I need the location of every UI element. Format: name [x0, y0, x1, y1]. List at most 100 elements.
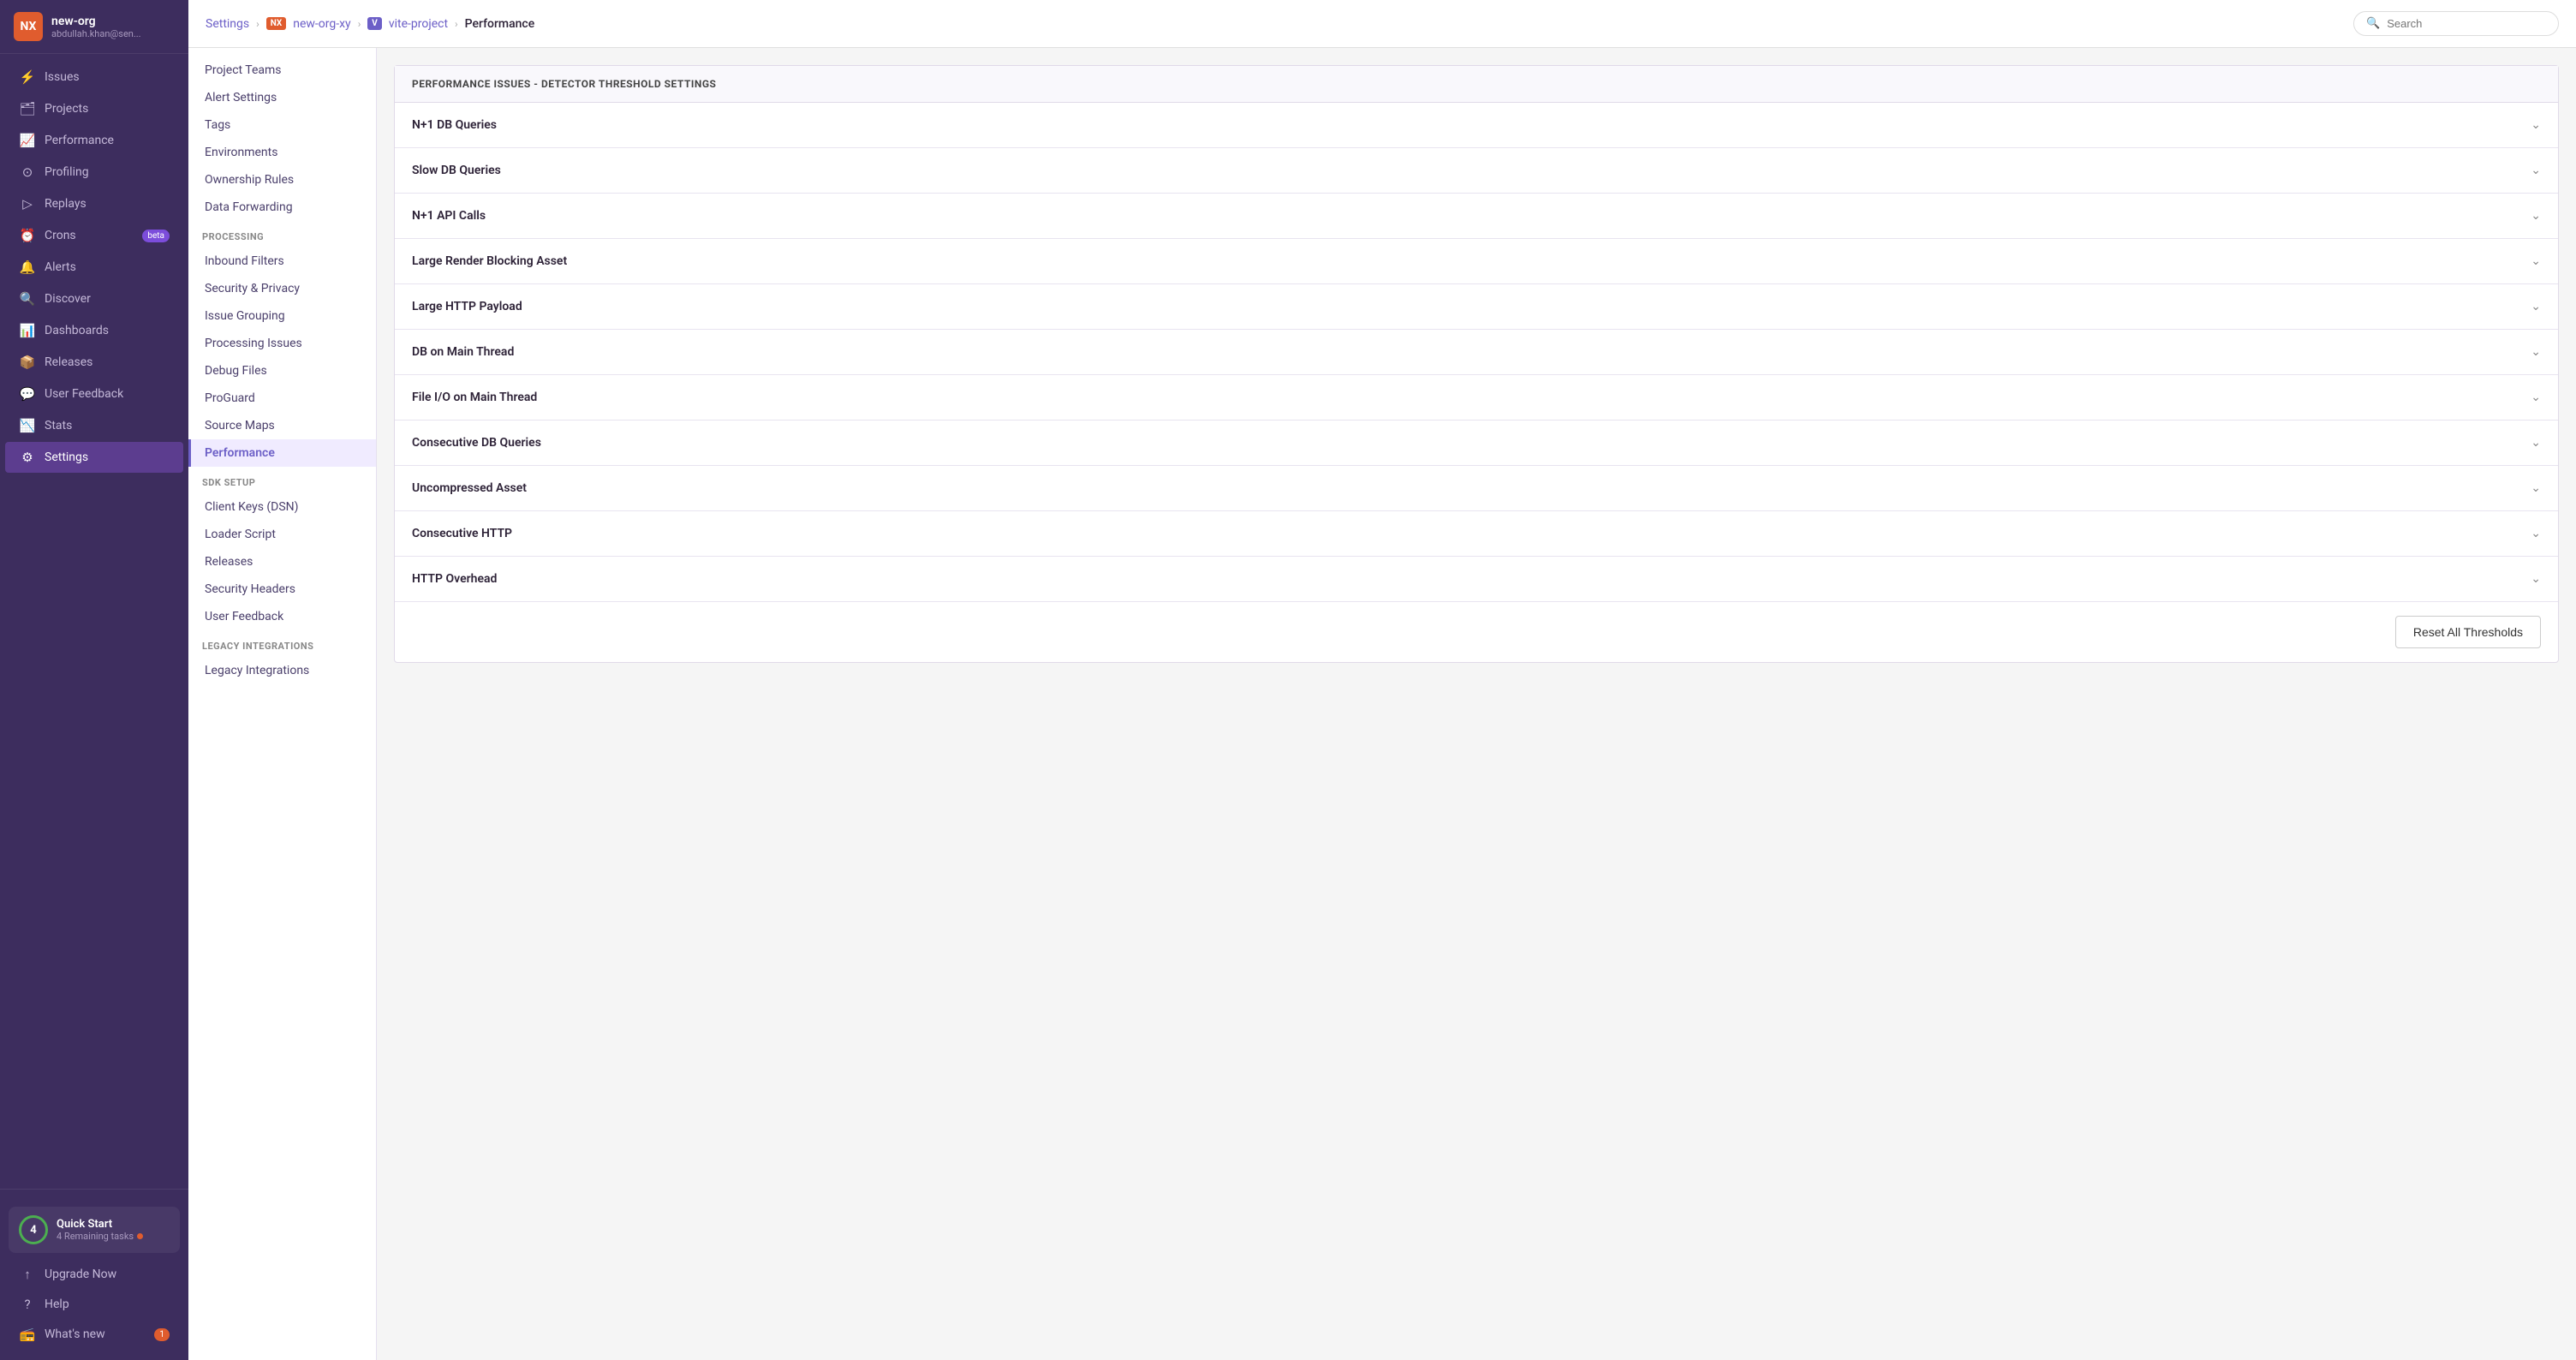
settings-nav-security---privacy[interactable]: Security & Privacy [188, 275, 376, 302]
sidebar-item-settings[interactable]: ⚙ Settings [5, 442, 183, 473]
chevron-down-icon: ⌄ [2531, 254, 2541, 268]
org-avatar: NX [14, 12, 43, 41]
settings-section-processing: Processing [188, 221, 376, 248]
accordion-row-5[interactable]: DB on Main Thread ⌄ [395, 330, 2558, 374]
accordion-row-0[interactable]: N+1 DB Queries ⌄ [395, 103, 2558, 147]
accordion-label: N+1 DB Queries [412, 118, 497, 132]
chevron-down-icon: ⌄ [2531, 527, 2541, 540]
sidebar-item-discover[interactable]: 🔍 Discover [5, 283, 183, 314]
sidebar-item-label: Performance [45, 134, 114, 147]
sidebar-item-label: Settings [45, 450, 88, 464]
performance-icon: 📈 [19, 133, 36, 148]
sidebar-item-issues[interactable]: ⚡ Issues [5, 62, 183, 92]
settings-nav-environments[interactable]: Environments [188, 139, 376, 166]
accordion-item: Large Render Blocking Asset ⌄ [395, 239, 2558, 284]
chevron-down-icon: ⌄ [2531, 572, 2541, 586]
accordion-row-9[interactable]: Consecutive HTTP ⌄ [395, 511, 2558, 556]
quick-start-subtitle: 4 Remaining tasks [57, 1231, 143, 1242]
stats-icon: 📉 [19, 418, 36, 433]
chevron-down-icon: ⌄ [2531, 118, 2541, 132]
upgrade-icon: ↑ [19, 1267, 36, 1282]
accordion-row-8[interactable]: Uncompressed Asset ⌄ [395, 466, 2558, 510]
settings-nav-ownership-rules[interactable]: Ownership Rules [188, 166, 376, 194]
sidebar-item-alerts[interactable]: 🔔 Alerts [5, 252, 183, 283]
settings-nav-alert-settings[interactable]: Alert Settings [188, 84, 376, 111]
accordion-item: File I/O on Main Thread ⌄ [395, 375, 2558, 421]
sidebar-item-profiling[interactable]: ⊙ Profiling [5, 157, 183, 188]
breadcrumb-org[interactable]: new-org-xy [293, 17, 350, 31]
help-icon: ? [19, 1297, 36, 1312]
settings-nav-processing-issues[interactable]: Processing Issues [188, 330, 376, 357]
settings-nav-user-feedback[interactable]: User Feedback [188, 603, 376, 630]
accordion-row-2[interactable]: N+1 API Calls ⌄ [395, 194, 2558, 238]
settings-nav-client-keys--dsn-[interactable]: Client Keys (DSN) [188, 493, 376, 521]
sidebar-item-releases[interactable]: 📦 Releases [5, 347, 183, 378]
accordion-item: Consecutive HTTP ⌄ [395, 511, 2558, 557]
settings-nav-security-headers[interactable]: Security Headers [188, 576, 376, 603]
accordion-label: Uncompressed Asset [412, 481, 527, 495]
breadcrumb-project[interactable]: vite-project [389, 17, 448, 31]
breadcrumb-org-badge: NX [266, 17, 287, 30]
sidebar-item-stats[interactable]: 📉 Stats [5, 410, 183, 441]
search-input[interactable] [2387, 17, 2546, 30]
crons-icon: ⏰ [19, 228, 36, 243]
accordion-row-6[interactable]: File I/O on Main Thread ⌄ [395, 375, 2558, 420]
sidebar-item-dashboards[interactable]: 📊 Dashboards [5, 315, 183, 346]
reset-all-thresholds-button[interactable]: Reset All Thresholds [2395, 616, 2541, 648]
breadcrumb-sep-2: › [358, 18, 361, 30]
accordion-label: File I/O on Main Thread [412, 391, 537, 404]
sidebar-item-label: Discover [45, 292, 91, 306]
accordion-item: N+1 DB Queries ⌄ [395, 103, 2558, 148]
accordion-row-7[interactable]: Consecutive DB Queries ⌄ [395, 421, 2558, 465]
chevron-down-icon: ⌄ [2531, 300, 2541, 313]
accordion-label: DB on Main Thread [412, 345, 514, 359]
footer-nav-whats-new[interactable]: 📻 What's new 1 [5, 1320, 183, 1349]
settings-nav-inbound-filters[interactable]: Inbound Filters [188, 248, 376, 275]
breadcrumb-sep-3: › [455, 18, 458, 30]
accordion-row-1[interactable]: Slow DB Queries ⌄ [395, 148, 2558, 193]
sidebar-item-label: Crons [45, 229, 76, 242]
settings-nav-source-maps[interactable]: Source Maps [188, 412, 376, 439]
settings-nav-legacy-integrations[interactable]: Legacy Integrations [188, 657, 376, 684]
accordion-row-4[interactable]: Large HTTP Payload ⌄ [395, 284, 2558, 329]
settings-nav-debug-files[interactable]: Debug Files [188, 357, 376, 385]
projects-icon: 🗂 [19, 101, 36, 116]
settings-nav-loader-script[interactable]: Loader Script [188, 521, 376, 548]
profiling-icon: ⊙ [19, 164, 36, 180]
footer-nav: ↑ Upgrade Now ? Help 📻 What's new 1 [0, 1260, 188, 1349]
footer-nav-help[interactable]: ? Help [5, 1290, 183, 1319]
sidebar-item-performance[interactable]: 📈 Performance [5, 125, 183, 156]
settings-nav-tags[interactable]: Tags [188, 111, 376, 139]
sidebar-item-replays[interactable]: ▷ Replays [5, 188, 183, 219]
whats-new-icon: 📻 [19, 1327, 36, 1342]
accordion-row-10[interactable]: HTTP Overhead ⌄ [395, 557, 2558, 601]
settings-nav-project-teams[interactable]: Project Teams [188, 57, 376, 84]
replays-icon: ▷ [19, 196, 36, 212]
accordion-row-3[interactable]: Large Render Blocking Asset ⌄ [395, 239, 2558, 283]
org-switcher[interactable]: NX new-org abdullah.khan@sen... [0, 0, 188, 54]
settings-section-legacy-integrations: Legacy Integrations [188, 630, 376, 657]
tasks-dot [137, 1233, 143, 1239]
sidebar-item-label: Replays [45, 197, 86, 211]
search-icon: 🔍 [2366, 17, 2380, 30]
settings-nav-data-forwarding[interactable]: Data Forwarding [188, 194, 376, 221]
quick-start-card[interactable]: 4 Quick Start 4 Remaining tasks [9, 1207, 180, 1253]
search-bar[interactable]: 🔍 [2353, 11, 2559, 36]
footer-nav-upgrade[interactable]: ↑ Upgrade Now [5, 1260, 183, 1289]
sidebar-item-label: Issues [45, 70, 80, 84]
settings-nav-issue-grouping[interactable]: Issue Grouping [188, 302, 376, 330]
sidebar-item-crons[interactable]: ⏰ Crons beta [5, 220, 183, 251]
page-content: PERFORMANCE ISSUES - DETECTOR THRESHOLD … [377, 48, 2576, 1360]
settings-nav-performance[interactable]: Performance [188, 439, 376, 467]
org-name: new-org [51, 15, 175, 28]
settings-nav-proguard[interactable]: ProGuard [188, 385, 376, 412]
breadcrumb-settings[interactable]: Settings [206, 17, 249, 31]
sidebar-item-label: Profiling [45, 165, 89, 179]
chevron-down-icon: ⌄ [2531, 436, 2541, 450]
sidebar-item-user-feedback[interactable]: 💬 User Feedback [5, 379, 183, 409]
dashboards-icon: 📊 [19, 323, 36, 338]
accordion-item: DB on Main Thread ⌄ [395, 330, 2558, 375]
sidebar-item-projects[interactable]: 🗂 Projects [5, 93, 183, 124]
chevron-down-icon: ⌄ [2531, 481, 2541, 495]
settings-nav-releases[interactable]: Releases [188, 548, 376, 576]
